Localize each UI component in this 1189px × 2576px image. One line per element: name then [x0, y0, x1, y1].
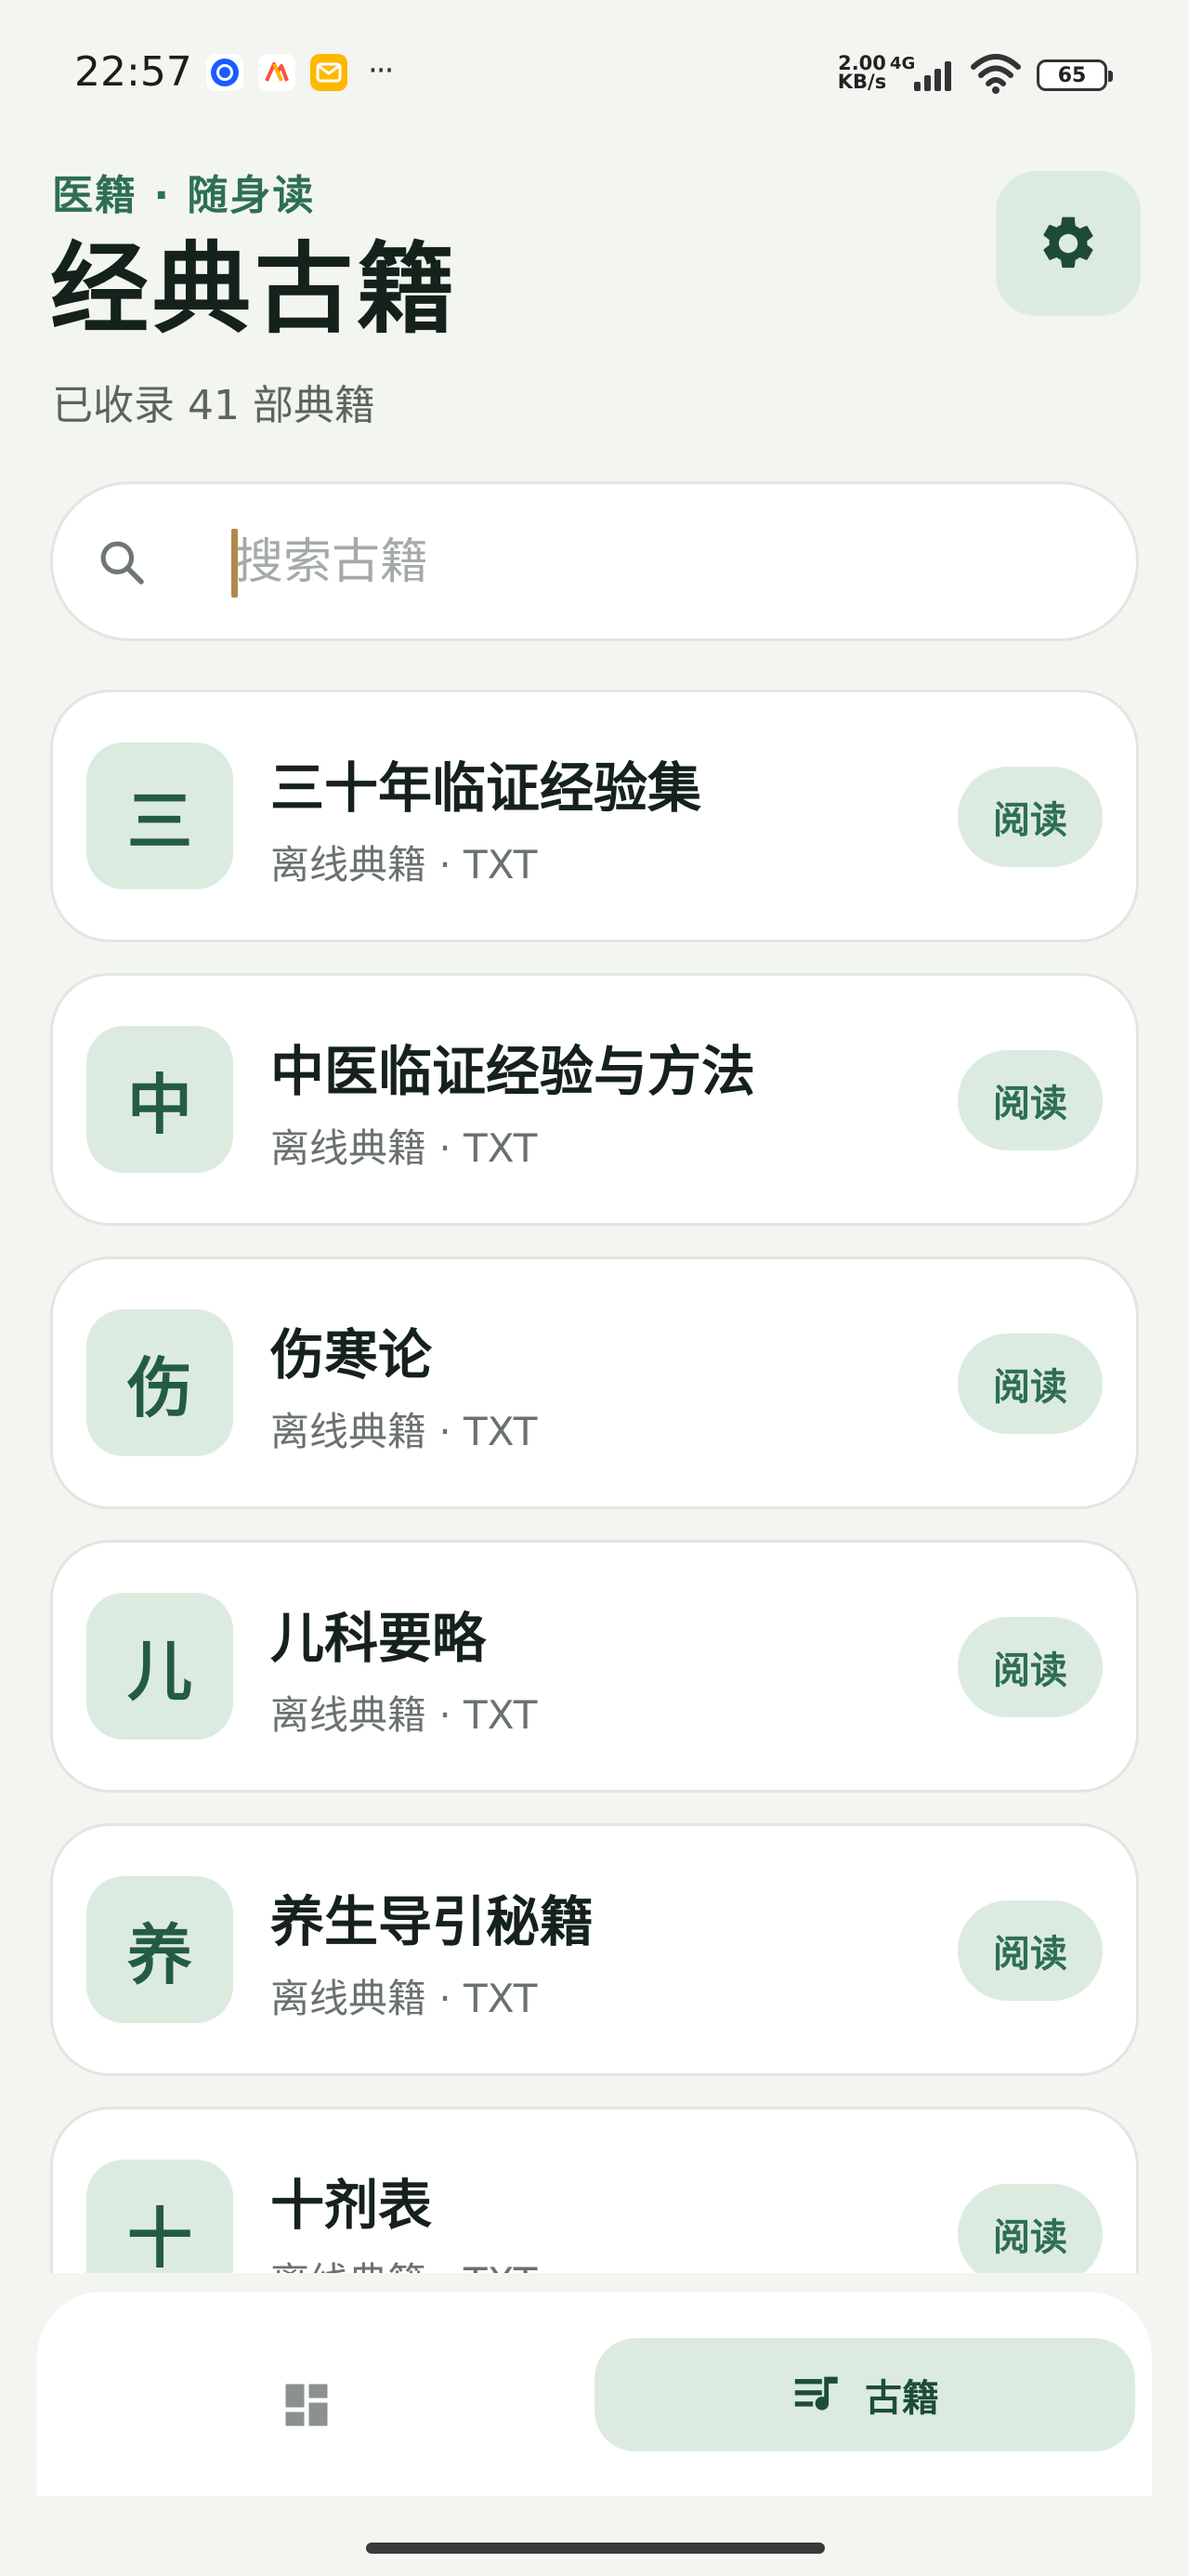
book-title: 儿科要略 — [270, 1607, 487, 1670]
page-title: 经典古籍 — [50, 232, 459, 347]
status-bar: 22:57 ··· 2.00 KB/s 4G 65 — [0, 0, 1189, 149]
book-avatar: 中 — [86, 1026, 233, 1173]
playlist-music-icon — [794, 2376, 838, 2411]
book-card[interactable]: 伤 伤寒论 离线典籍 · TXT 阅读 — [50, 1256, 1139, 1509]
nav-item-books[interactable]: 古籍 — [594, 2338, 1135, 2451]
book-title: 中医临证经验与方法 — [270, 1040, 756, 1103]
nav-item-home[interactable] — [269, 2368, 344, 2442]
book-avatar: 儿 — [86, 1593, 233, 1740]
search-input[interactable] — [183, 523, 1093, 601]
mail-icon — [310, 54, 347, 91]
gear-icon — [1043, 217, 1093, 269]
book-card[interactable]: 十 十剂表 离线典籍 · TXT 阅读 — [50, 2107, 1139, 2273]
network-speed: 2.00 KB/s — [837, 52, 887, 93]
nav-books-label: 古籍 — [865, 2377, 939, 2420]
read-button[interactable]: 阅读 — [958, 1334, 1103, 1434]
battery-indicator: 65 — [1037, 59, 1113, 91]
dashboard-icon — [285, 2384, 328, 2426]
book-card[interactable]: 中 中医临证经验与方法 离线典籍 · TXT 阅读 — [50, 973, 1139, 1226]
status-time: 22:57 — [74, 48, 192, 96]
book-meta: 离线典籍 · TXT — [270, 1976, 538, 2021]
book-card[interactable]: 养 养生导引秘籍 离线典籍 · TXT 阅读 — [50, 1823, 1139, 2076]
more-notifications-icon: ··· — [368, 52, 394, 89]
book-meta: 离线典籍 · TXT — [270, 2251, 537, 2273]
book-title: 三十年临证经验集 — [270, 756, 702, 820]
book-count: 已收录 41 部典籍 — [52, 382, 375, 429]
wifi-icon — [971, 54, 1021, 94]
read-button[interactable]: 阅读 — [958, 767, 1103, 867]
home-indicator[interactable] — [366, 2543, 825, 2554]
book-avatar: 三 — [86, 743, 233, 889]
read-button[interactable]: 阅读 — [958, 2184, 1103, 2273]
book-meta: 离线典籍 · TXT — [270, 1692, 538, 1738]
read-button[interactable]: 阅读 — [958, 1617, 1103, 1717]
settings-button[interactable] — [996, 171, 1141, 316]
book-meta: 离线典籍 · TXT — [270, 1125, 538, 1171]
book-title: 养生导引秘籍 — [270, 1890, 594, 1953]
app-subtitle: 医籍 · 随身读 — [52, 172, 316, 219]
read-button[interactable]: 阅读 — [958, 1050, 1103, 1150]
book-card[interactable]: 三 三十年临证经验集 离线典籍 · TXT 阅读 — [50, 690, 1139, 942]
bottom-navigation: 古籍 — [37, 2292, 1152, 2496]
book-title: 十剂表 — [270, 2174, 433, 2237]
book-title: 伤寒论 — [270, 1323, 433, 1387]
search-icon — [100, 541, 144, 585]
book-meta: 离线典籍 · TXT — [270, 842, 538, 887]
book-avatar: 十 — [86, 2160, 233, 2273]
read-button[interactable]: 阅读 — [958, 1900, 1103, 2001]
book-avatar: 伤 — [86, 1309, 233, 1456]
book-list: 三 三十年临证经验集 离线典籍 · TXT 阅读 中 中医临证经验与方法 离线典… — [50, 690, 1139, 2273]
browser-icon — [206, 54, 243, 91]
search-bar[interactable] — [50, 481, 1139, 641]
signal-icon — [914, 61, 951, 91]
maps-icon — [258, 54, 295, 91]
book-meta: 离线典籍 · TXT — [270, 1409, 538, 1454]
book-card[interactable]: 儿 儿科要略 离线典籍 · TXT 阅读 — [50, 1540, 1139, 1793]
book-avatar: 养 — [86, 1876, 233, 2023]
